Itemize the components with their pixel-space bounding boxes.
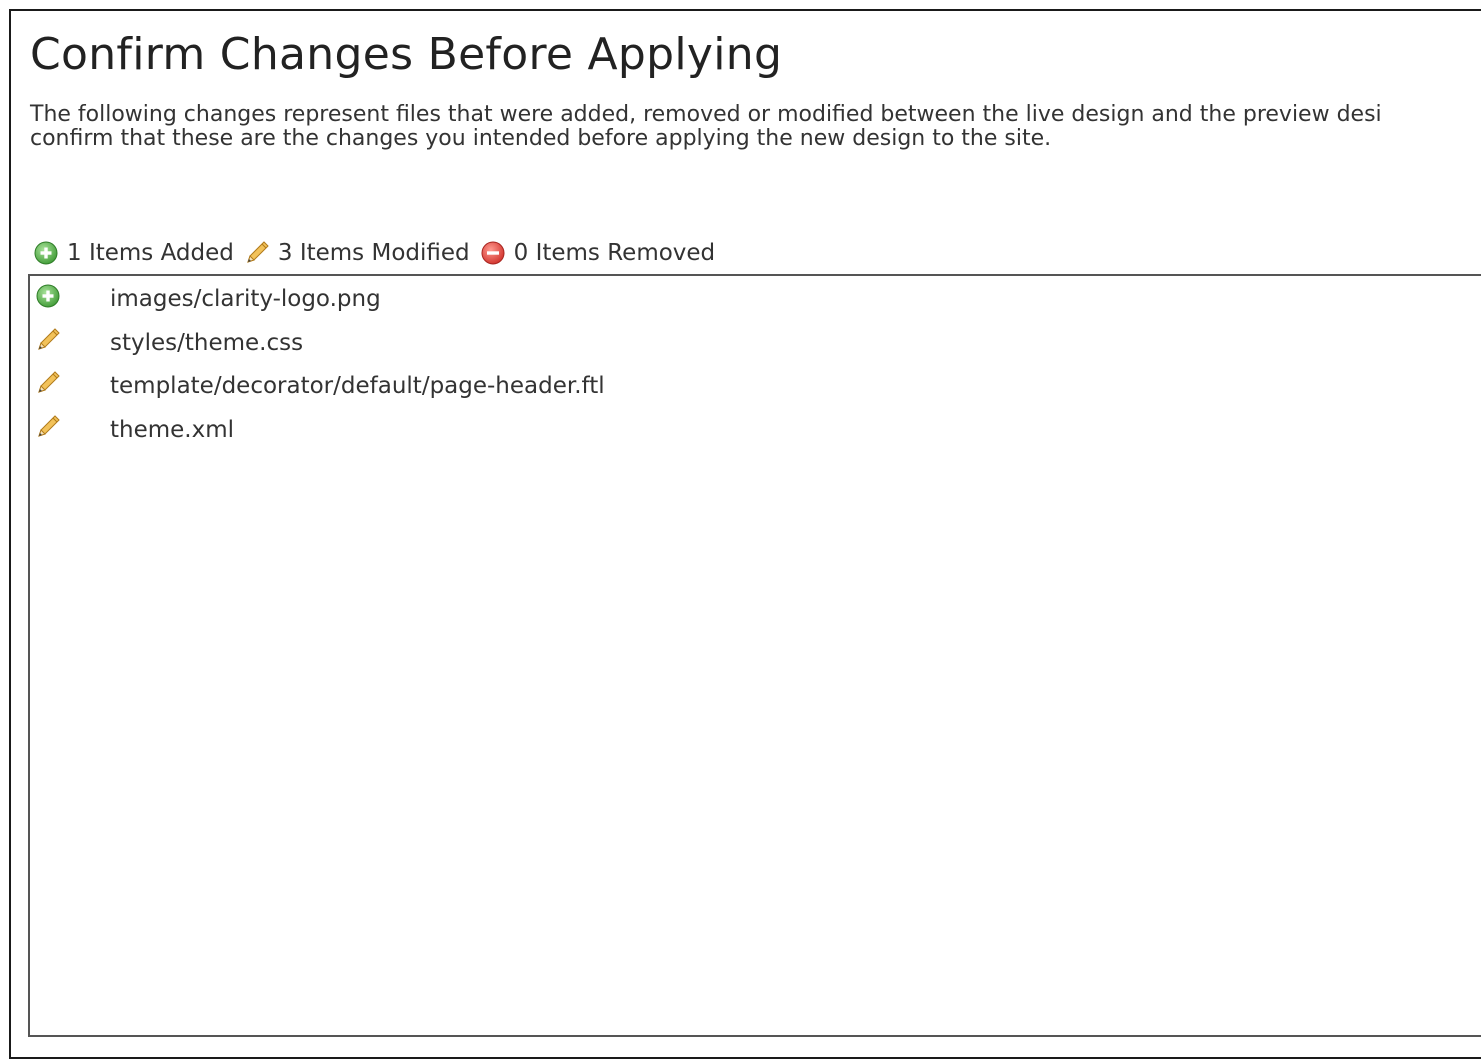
description-line-1: The following changes represent files th… — [30, 102, 1382, 127]
page-title: Confirm Changes Before Applying — [30, 29, 783, 80]
changed-files-list[interactable]: images/clarity-logo.png styles/theme.css — [28, 274, 1481, 1037]
pencil-icon — [244, 240, 270, 266]
pencil-icon — [35, 414, 61, 440]
dialog-frame: Confirm Changes Before Applying The foll… — [9, 9, 1481, 1059]
minus-circle-icon — [480, 240, 506, 266]
plus-circle-icon — [33, 240, 59, 266]
items-removed-count: 0 Items Removed — [513, 240, 716, 266]
file-row-modified[interactable]: styles/theme.css — [30, 320, 1481, 364]
file-row-added[interactable]: images/clarity-logo.png — [30, 276, 1481, 320]
pencil-icon — [35, 370, 61, 396]
plus-circle-icon — [35, 283, 61, 309]
page-description: The following changes represent files th… — [30, 103, 1481, 151]
file-path: template/decorator/default/page-header.f… — [110, 373, 605, 399]
file-path: styles/theme.css — [110, 329, 304, 356]
description-line-2: confirm that these are the changes you i… — [30, 126, 1052, 151]
file-row-modified[interactable]: template/decorator/default/page-header.f… — [30, 363, 1481, 407]
file-path: images/clarity-logo.png — [110, 286, 381, 312]
change-summary: 1 Items Added 3 Items Modified 0 Items R… — [33, 235, 725, 271]
items-added-count: 1 Items Added — [67, 240, 234, 266]
file-row-modified[interactable]: theme.xml — [30, 407, 1481, 451]
file-path: theme.xml — [110, 416, 235, 443]
pencil-icon — [35, 327, 61, 353]
items-modified-count: 3 Items Modified — [277, 240, 470, 266]
